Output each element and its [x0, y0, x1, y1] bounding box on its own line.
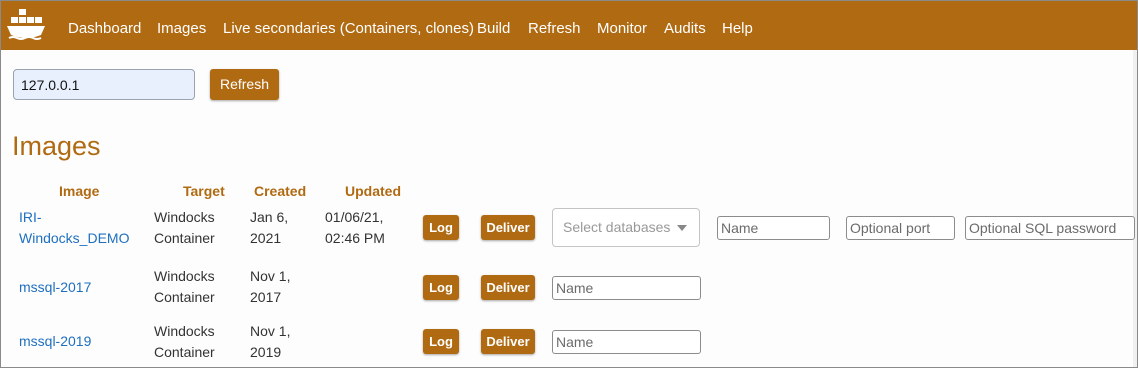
app-window: Dashboard Images Live secondaries (Conta…	[0, 0, 1138, 368]
chevron-down-icon	[677, 225, 687, 231]
target-cell: Windocks Container	[154, 207, 215, 249]
created-cell: Jan 6, 2021	[250, 207, 288, 249]
updated-line: 02:46 PM	[325, 230, 385, 246]
updated-cell: 01/06/21, 02:46 PM	[325, 207, 385, 249]
created-line: 2021	[250, 230, 282, 246]
header-image: Image	[59, 183, 100, 199]
nav-help[interactable]: Help	[722, 20, 753, 37]
name-input[interactable]	[717, 216, 830, 240]
image-link-mssql-2019[interactable]: mssql-2019	[19, 331, 91, 352]
target-cell: Windocks Container	[154, 266, 215, 308]
page-title: Images	[12, 131, 101, 161]
header-target: Target	[183, 183, 225, 199]
log-button[interactable]: Log	[423, 275, 459, 300]
vertical-scrollbar[interactable]	[1133, 50, 1137, 367]
nav-dashboard[interactable]: Dashboard	[68, 20, 141, 37]
nav-live-secondaries[interactable]: Live secondaries (Containers, clones)	[223, 20, 474, 37]
nav-images[interactable]: Images	[157, 20, 206, 37]
select-databases-placeholder: Select databases	[563, 219, 671, 235]
sql-password-input[interactable]	[965, 216, 1135, 240]
refresh-button[interactable]: Refresh	[210, 69, 279, 100]
header-updated: Updated	[345, 183, 401, 199]
name-input[interactable]	[552, 330, 701, 354]
updated-line: 01/06/21,	[325, 209, 384, 225]
image-link-iri-windocks-demo[interactable]: IRI- Windocks_DEMO	[19, 207, 129, 249]
created-cell: Nov 1, 2017	[250, 266, 290, 308]
deliver-button[interactable]: Deliver	[481, 329, 535, 354]
docker-whale-icon[interactable]	[5, 7, 47, 45]
header-created: Created	[254, 183, 307, 199]
target-cell: Windocks Container	[154, 321, 215, 363]
nav-build[interactable]: Build	[477, 20, 510, 37]
created-line: Nov 1,	[250, 323, 291, 339]
select-databases-dropdown[interactable]: Select databases	[552, 208, 700, 247]
deliver-button[interactable]: Deliver	[481, 215, 535, 240]
target-line: Container	[154, 289, 215, 305]
nav-monitor[interactable]: Monitor	[597, 20, 647, 37]
image-name-line[interactable]: IRI-	[19, 207, 129, 228]
created-cell: Nov 1, 2019	[250, 321, 290, 363]
log-button[interactable]: Log	[423, 329, 459, 354]
target-line: Container	[154, 230, 215, 246]
created-line: Jan 6,	[250, 209, 289, 225]
created-line: 2019	[250, 344, 282, 360]
created-line: Nov 1,	[250, 268, 291, 284]
nav-refresh[interactable]: Refresh	[528, 20, 581, 37]
deliver-button[interactable]: Deliver	[481, 275, 535, 300]
nav-audits[interactable]: Audits	[664, 20, 706, 37]
target-line: Windocks	[154, 268, 215, 284]
image-name-line[interactable]: Windocks_DEMO	[19, 228, 129, 249]
target-line: Windocks	[154, 323, 215, 339]
name-input[interactable]	[552, 276, 701, 300]
created-line: 2017	[250, 289, 282, 305]
image-link-mssql-2017[interactable]: mssql-2017	[19, 277, 91, 298]
top-navbar: Dashboard Images Live secondaries (Conta…	[1, 1, 1137, 50]
host-address-input[interactable]	[13, 69, 195, 100]
target-line: Container	[154, 344, 215, 360]
target-line: Windocks	[154, 209, 215, 225]
port-input[interactable]	[846, 216, 955, 240]
log-button[interactable]: Log	[423, 215, 459, 240]
